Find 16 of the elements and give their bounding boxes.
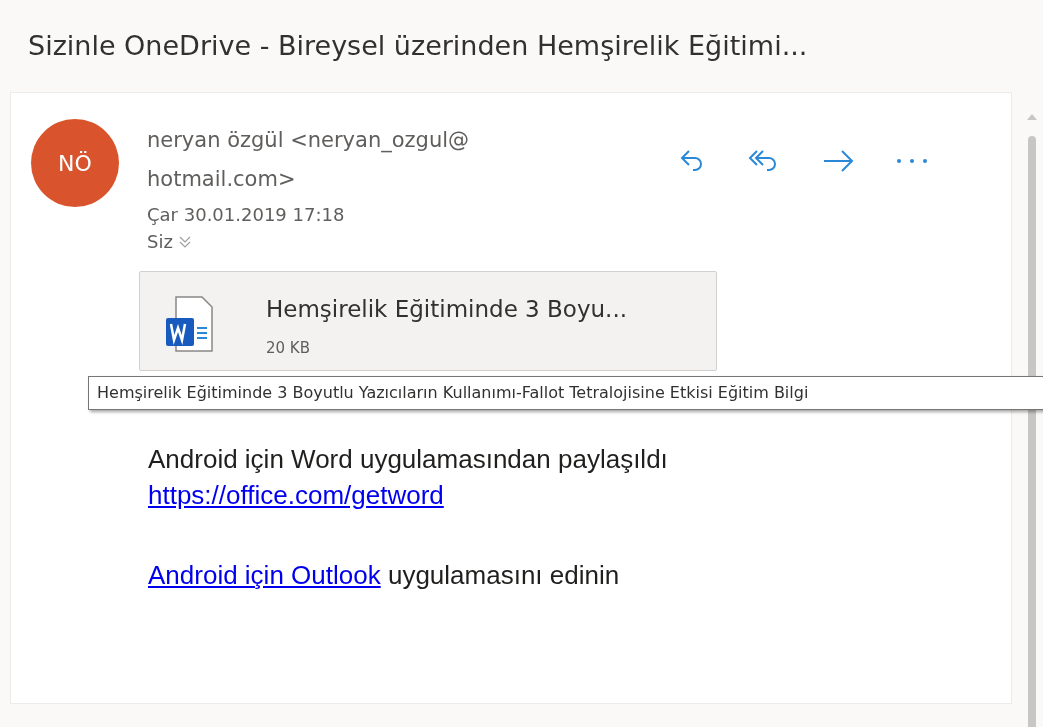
body-text: Android için Word uygulamasından paylaşıldı [148,443,669,476]
sender-email: hotmail.com> [147,166,297,193]
tooltip: Hemşirelik Eğitiminde 3 Boyutlu Yazıcıların Kullanımı-Fallot Tetralojisine Etkisi Eğitim Bilgi [88,376,1043,410]
link[interactable]: https://office.com/getword [148,480,444,510]
avatar: NÖ [31,119,119,207]
attachment-name: Hemşirelik Eğitiminde 3 Boyu... [266,295,627,324]
body-text: Android için Outlook uygulamasını edinin [148,559,621,592]
sender-name: neryan özgül <neryan_ozgul@ [147,127,471,155]
attachment-card[interactable]: Hemşirelik Eğitiminde 3 Boyu... 20 KB [139,271,717,371]
email-subject: Sizinle OneDrive - Bireysel üzerinden Hemşirelik Eğitimi... [28,28,808,63]
attachment-size: 20 KB [266,337,311,359]
sent-date: Çar 30.01.2019 17:18 [147,203,346,227]
scrollbar-thumb[interactable] [1028,136,1036,727]
more-icon[interactable] [895,157,929,165]
link[interactable]: Android için Outlook [148,560,381,590]
recipient: Siz [147,230,173,254]
